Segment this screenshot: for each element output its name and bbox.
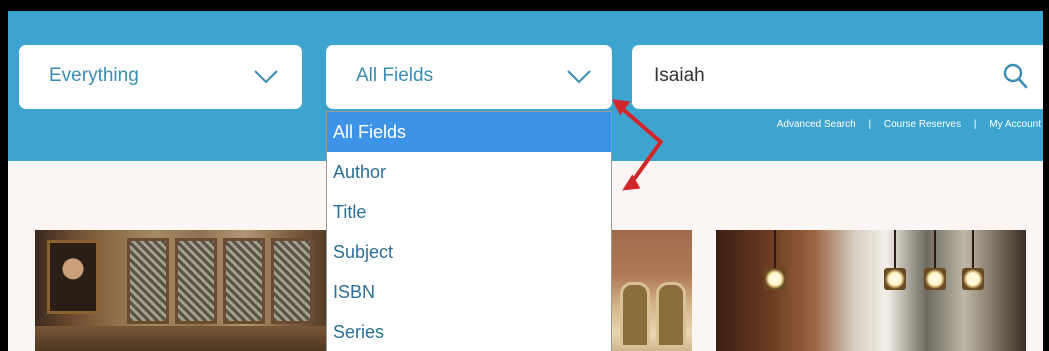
lamp [884, 268, 906, 290]
chevron-down-icon[interactable] [566, 69, 592, 85]
field-option-author[interactable]: Author [327, 152, 611, 192]
library-exterior-photo [610, 230, 692, 351]
portrait-painting [47, 240, 99, 314]
field-option-subject[interactable]: Subject [327, 232, 611, 272]
window-arch [656, 282, 686, 348]
bookcase [223, 238, 265, 324]
field-select[interactable]: All Fields [326, 45, 612, 109]
lamp [764, 268, 786, 290]
scope-select[interactable]: Everything [19, 45, 302, 109]
search-input[interactable]: Isaiah [654, 65, 705, 87]
field-option-isbn[interactable]: ISBN [327, 272, 611, 312]
field-dropdown-list[interactable]: All Fields Author Title Subject ISBN Ser… [326, 111, 612, 351]
header-links: Advanced Search | Course Reserves | My A… [777, 119, 1041, 130]
search-icon[interactable] [1001, 62, 1029, 90]
course-reserves-link[interactable]: Course Reserves [884, 119, 961, 130]
link-separator: | [868, 119, 872, 130]
browser-viewport: Everything All Fields Isaiah Advanced Se… [0, 0, 1049, 351]
field-select-value: All Fields [356, 65, 434, 86]
field-option-title[interactable]: Title [327, 192, 611, 232]
lamp-rod [972, 230, 974, 270]
library-hall-photo [716, 230, 1026, 351]
chevron-down-icon[interactable] [253, 69, 279, 85]
window-arch [620, 282, 650, 348]
lamp-rod [934, 230, 936, 270]
arrow-head-icon [622, 174, 641, 191]
scope-select-value: Everything [49, 65, 139, 86]
advanced-search-link[interactable]: Advanced Search [777, 119, 856, 130]
link-separator: | [973, 119, 977, 130]
bookcase [271, 238, 313, 324]
lamp-rod [894, 230, 896, 270]
field-option-series[interactable]: Series [327, 312, 611, 351]
bookcase [175, 238, 217, 324]
lamp-rod [774, 230, 776, 270]
search-box[interactable]: Isaiah [632, 45, 1043, 109]
lamp [924, 268, 946, 290]
my-account-link[interactable]: My Account [989, 119, 1041, 130]
reading-table [35, 326, 335, 351]
field-option-all-fields[interactable]: All Fields [327, 112, 611, 152]
library-reading-room-photo [35, 230, 335, 351]
bookcase [127, 238, 169, 324]
lamp [962, 268, 984, 290]
